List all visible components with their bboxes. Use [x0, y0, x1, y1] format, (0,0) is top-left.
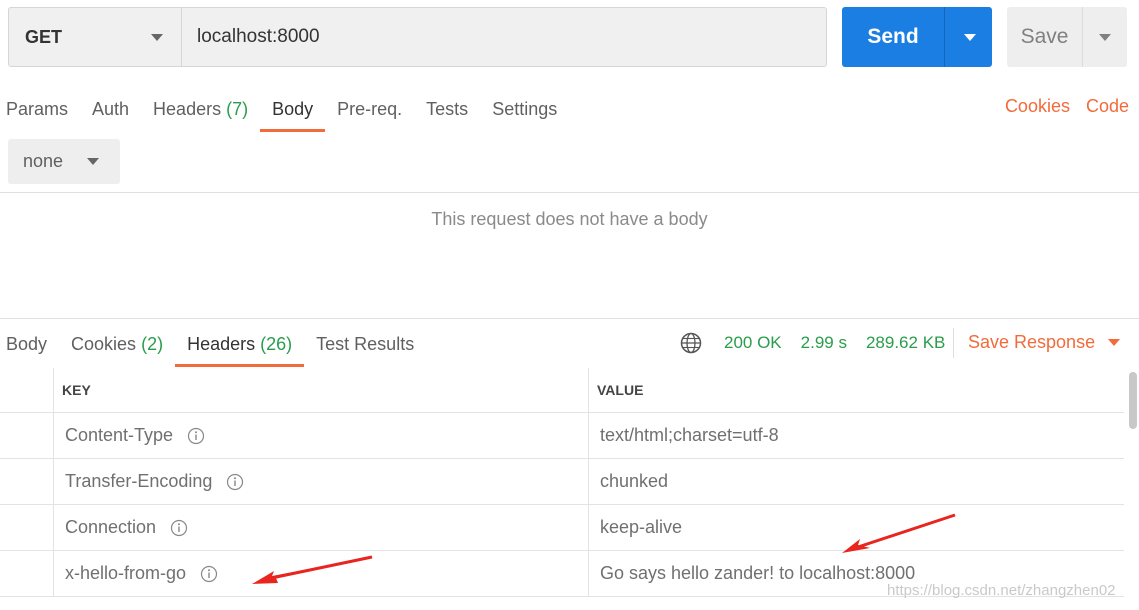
header-key-cell: Connection [54, 505, 589, 550]
save-button[interactable]: Save [1007, 7, 1083, 67]
header-value-cell: keep-alive [600, 517, 683, 537]
response-tabs: Body Cookies (2) Headers (26) Test Resul… [0, 327, 426, 367]
save-response-label: Save Response [968, 332, 1096, 352]
right-links: Cookies Code [1005, 96, 1129, 117]
response-status: 200 OK 2.99 s 289.62 KB [680, 330, 964, 356]
table-header-row: KEY VALUE [0, 368, 1124, 413]
table-row: Transfer-Encoding chunked [0, 459, 1124, 505]
key-column-header: KEY [54, 368, 589, 412]
divider [0, 192, 1139, 193]
header-key-cell: Transfer-Encoding [54, 459, 589, 504]
header-value-cell: chunked [600, 471, 669, 491]
chevron-down-icon [87, 158, 99, 165]
cookies-count: (2) [141, 334, 164, 354]
response-tab-headers[interactable]: Headers (26) [175, 327, 305, 367]
tab-headers[interactable]: Headers (7) [141, 92, 260, 132]
save-options-dropdown[interactable] [1083, 7, 1127, 67]
tab-body[interactable]: Body [260, 92, 326, 132]
info-icon[interactable] [200, 565, 218, 583]
response-size[interactable]: 289.62 KB [866, 333, 945, 353]
send-button-group: Send [842, 7, 992, 67]
info-icon[interactable] [226, 473, 244, 491]
response-tab-body[interactable]: Body [0, 327, 59, 367]
headers-count: (7) [226, 99, 249, 119]
tab-auth[interactable]: Auth [80, 92, 141, 132]
row-gutter [0, 459, 54, 504]
row-gutter [0, 505, 54, 550]
header-key: Transfer-Encoding [65, 471, 213, 491]
response-tab-test-results[interactable]: Test Results [304, 327, 426, 367]
header-key: Connection [65, 517, 157, 537]
tab-pre-request[interactable]: Pre-req. [325, 92, 414, 132]
body-type-select[interactable]: none [8, 139, 120, 184]
info-icon[interactable] [187, 427, 205, 445]
send-button[interactable]: Send [842, 7, 945, 67]
chevron-down-icon [151, 34, 163, 41]
watermark: https://blog.csdn.net/zhangzhen02 [887, 582, 1116, 599]
row-gutter [0, 413, 54, 458]
request-bar: GET localhost:8000 [8, 7, 827, 67]
response-tab-cookies[interactable]: Cookies (2) [59, 327, 175, 367]
no-body-message: This request does not have a body [431, 209, 708, 229]
header-key: x-hello-from-go [65, 563, 187, 583]
save-response-button[interactable]: Save Response [968, 332, 1121, 353]
response-headers-table: KEY VALUE Content-Type text/html;charset… [0, 368, 1124, 597]
table-row: Content-Type text/html;charset=utf-8 [0, 413, 1124, 459]
header-key-cell: Content-Type [54, 413, 589, 458]
cookies-link[interactable]: Cookies [1005, 96, 1070, 117]
chevron-down-icon [1108, 339, 1121, 346]
status-code[interactable]: 200 OK [724, 333, 782, 353]
tab-tests[interactable]: Tests [414, 92, 480, 132]
request-tabs: Params Auth Headers (7) Body Pre-req. Te… [0, 92, 569, 132]
code-link[interactable]: Code [1086, 96, 1129, 117]
save-button-group: Save [1007, 7, 1127, 67]
header-key-cell: x-hello-from-go [54, 551, 589, 596]
headers-count: (26) [260, 334, 293, 354]
row-gutter [0, 368, 54, 412]
divider [953, 328, 954, 358]
header-value-cell: text/html;charset=utf-8 [600, 425, 779, 445]
value-column-header: VALUE [597, 382, 644, 398]
method-label: GET [25, 26, 63, 47]
method-select[interactable]: GET [9, 8, 182, 66]
url-input[interactable]: localhost:8000 [182, 8, 826, 66]
body-type-label: none [23, 151, 64, 171]
info-icon[interactable] [170, 519, 188, 537]
tab-settings[interactable]: Settings [480, 92, 569, 132]
row-gutter [0, 551, 54, 596]
globe-icon[interactable] [680, 332, 702, 354]
response-time[interactable]: 2.99 s [801, 333, 847, 353]
table-row: Connection keep-alive [0, 505, 1124, 551]
tab-params[interactable]: Params [0, 92, 80, 132]
divider [0, 318, 1139, 319]
scrollbar[interactable] [1129, 372, 1137, 429]
send-options-dropdown[interactable] [945, 7, 992, 67]
header-key: Content-Type [65, 425, 174, 445]
